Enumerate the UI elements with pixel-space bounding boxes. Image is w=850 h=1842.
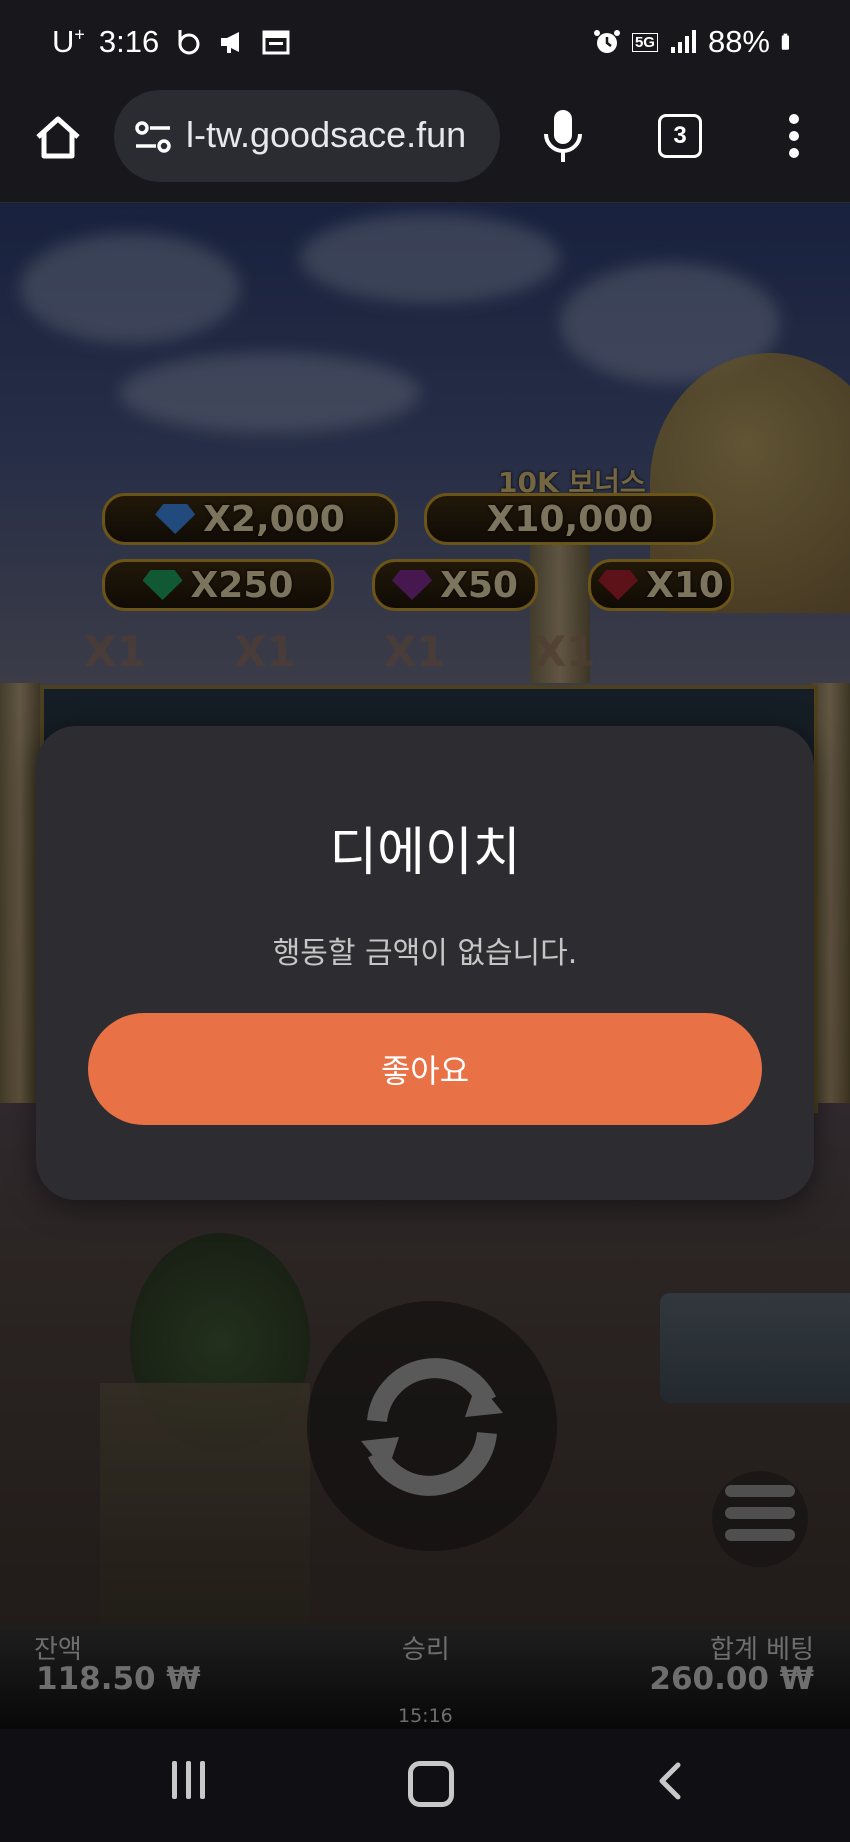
dialog-message: 행동할 금액이 없습니다.	[272, 936, 578, 971]
site-settings-icon[interactable]	[134, 120, 172, 154]
battery-label: 88%	[707, 24, 770, 59]
dialog-title: 디에이치	[329, 823, 521, 883]
tab-count: 3	[673, 122, 687, 149]
status-bar: U+ 3:16 5G 88%	[0, 0, 850, 90]
game-clock: 15:16	[398, 1705, 453, 1727]
back-icon[interactable]	[650, 1759, 690, 1803]
b-app-icon	[178, 30, 200, 55]
url-bar[interactable]: l-tw.goodsace.fun	[114, 90, 500, 182]
url-text: l-tw.goodsace.fun	[186, 114, 467, 155]
carrier-label: U+	[52, 24, 85, 59]
balance-value: 118.50 ₩	[36, 1661, 201, 1697]
network-label: 5G	[631, 32, 658, 52]
alert-dialog: 디에이치 행동할 금액이 없습니다. 좋아요	[36, 726, 814, 1200]
total-bet-value: 260.00 ₩	[649, 1661, 814, 1697]
home-icon[interactable]	[30, 110, 86, 166]
android-nav-bar	[0, 1729, 850, 1842]
megaphone-icon	[221, 32, 240, 53]
ok-button[interactable]: 좋아요	[88, 1013, 762, 1125]
tab-switcher-button[interactable]: 3	[658, 114, 702, 158]
status-right: 5G 88%	[592, 24, 798, 60]
battery-icon	[781, 33, 789, 50]
mic-icon[interactable]	[540, 108, 586, 166]
win-label: 승리	[402, 1635, 450, 1665]
more-vert-icon[interactable]	[782, 110, 806, 162]
ok-button-label: 좋아요	[380, 1052, 470, 1090]
signal-icon	[670, 30, 696, 53]
status-left: U+ 3:16	[52, 24, 291, 60]
status-time: 3:16	[98, 24, 160, 59]
game-info-bar: 잔액 118.50 ₩ 승리 합계 베팅 260.00 ₩ 15:16	[0, 1625, 850, 1729]
alarm-icon	[593, 30, 620, 53]
calendar-icon	[262, 30, 290, 55]
recents-icon[interactable]	[172, 1761, 212, 1801]
home-nav-icon[interactable]	[408, 1761, 454, 1807]
browser-toolbar: l-tw.goodsace.fun 3	[0, 90, 850, 203]
